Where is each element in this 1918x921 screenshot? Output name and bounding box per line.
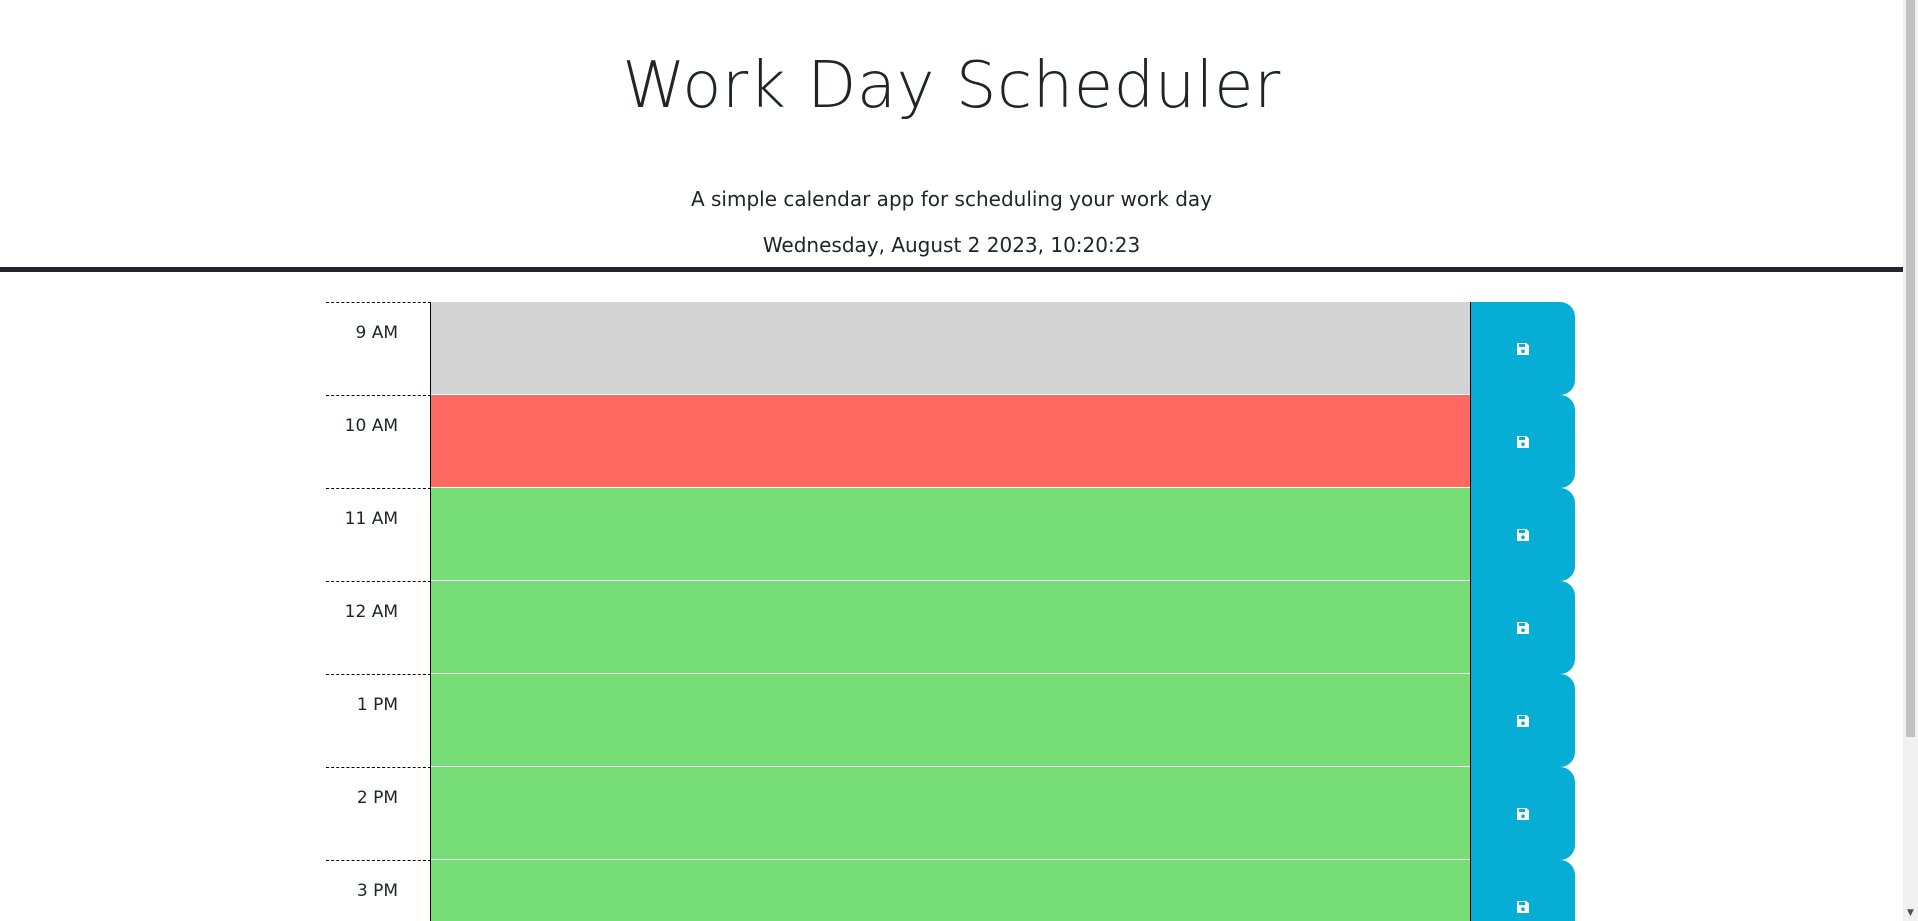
save-icon (1517, 714, 1529, 727)
event-description-input[interactable] (431, 488, 1470, 581)
time-block-row: 1 PM (326, 674, 1575, 767)
hour-label: 11 AM (326, 488, 431, 581)
hour-label: 1 PM (326, 674, 431, 767)
event-description-input[interactable] (431, 581, 1470, 674)
save-button[interactable] (1470, 767, 1575, 860)
save-button[interactable] (1470, 674, 1575, 767)
time-block-container: 9 AM 10 AM 11 AM 12 AM 1 PM 2 PM 3 PM (326, 302, 1575, 921)
save-button[interactable] (1470, 395, 1575, 488)
page-title: Work Day Scheduler (622, 49, 1281, 123)
event-description-input[interactable] (431, 860, 1470, 921)
hour-label: 3 PM (326, 860, 431, 921)
hour-label: 2 PM (326, 767, 431, 860)
save-button[interactable] (1470, 488, 1575, 581)
event-description-input[interactable] (431, 302, 1470, 395)
event-description-input[interactable] (431, 767, 1470, 860)
scroll-down-arrow[interactable]: ▼ (1903, 906, 1918, 921)
page-subtitle: A simple calendar app for scheduling you… (690, 187, 1213, 211)
save-icon (1517, 342, 1529, 355)
current-day: Wednesday, August 2 2023, 10:20:23 (762, 233, 1141, 257)
hour-label: 9 AM (326, 302, 431, 395)
time-block-row: 2 PM (326, 767, 1575, 860)
save-icon (1517, 900, 1529, 913)
event-description-input[interactable] (431, 674, 1470, 767)
event-description-input[interactable] (431, 395, 1470, 488)
save-button[interactable] (1470, 860, 1575, 921)
save-icon (1517, 528, 1529, 541)
time-block-row: 9 AM (326, 302, 1575, 395)
time-block-row: 12 AM (326, 581, 1575, 674)
save-icon (1517, 807, 1529, 820)
scrollbar[interactable]: ▲ ▼ (1903, 0, 1918, 921)
hour-label: 10 AM (326, 395, 431, 488)
save-button[interactable] (1470, 581, 1575, 674)
hour-label: 12 AM (326, 581, 431, 674)
time-block-row: 10 AM (326, 395, 1575, 488)
save-button[interactable] (1470, 302, 1575, 395)
scrollbar-thumb[interactable] (1906, 0, 1915, 737)
time-block-row: 3 PM (326, 860, 1575, 921)
page: Work Day Scheduler A simple calendar app… (0, 0, 1903, 921)
time-block-row: 11 AM (326, 488, 1575, 581)
save-icon (1517, 621, 1529, 634)
header: Work Day Scheduler A simple calendar app… (0, 0, 1903, 272)
save-icon (1517, 435, 1529, 448)
